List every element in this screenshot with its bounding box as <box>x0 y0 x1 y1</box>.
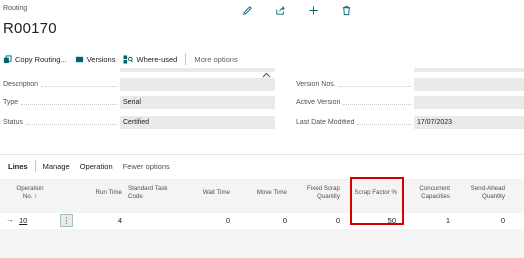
delete-icon[interactable] <box>339 3 353 17</box>
active-version-field[interactable] <box>414 96 524 109</box>
status-label: Status <box>3 119 23 126</box>
copy-icon <box>3 54 12 63</box>
copy-routing-label: Copy Routing... <box>15 54 67 64</box>
edit-icon[interactable] <box>240 3 254 17</box>
breadcrumb: Routing <box>3 5 28 12</box>
description-field-row: Description <box>3 77 275 92</box>
col-operation-no[interactable]: Operation No. ↑ <box>12 185 48 201</box>
field-strip <box>414 68 524 72</box>
grid-empty-area <box>0 229 524 258</box>
operation-button[interactable]: Operation <box>75 162 118 171</box>
page-title: R00170 <box>3 20 57 37</box>
fixed-scrap-quantity-cell[interactable]: 0 <box>298 216 340 225</box>
col-run-time[interactable]: Run Time <box>80 189 122 197</box>
versions-label: Versions <box>86 54 116 64</box>
versions-button[interactable]: Versions <box>71 50 120 68</box>
last-date-modified-field[interactable]: 17/07/2023 <box>414 116 524 129</box>
copy-routing-button[interactable]: Copy Routing... <box>0 50 71 68</box>
status-field-row: Status Certified <box>3 115 275 130</box>
description-label: Description <box>3 81 39 88</box>
where-used-icon <box>123 54 134 64</box>
action-bar-divider <box>185 53 187 65</box>
row-arrow-icon: → <box>6 215 14 224</box>
col-fixed-scrap-quantity[interactable]: Fixed Scrap Quantity <box>298 185 340 201</box>
col-standard-task-code[interactable]: Standard Task Code <box>128 185 176 201</box>
label-leader <box>343 103 411 105</box>
field-strip <box>120 68 275 72</box>
label-leader <box>41 85 117 87</box>
label-leader <box>21 103 117 105</box>
col-move-time[interactable]: Move Time <box>245 189 287 197</box>
more-options-button[interactable]: More options <box>190 50 241 68</box>
move-time-cell[interactable]: 0 <box>245 216 287 225</box>
manage-button[interactable]: Manage <box>38 162 75 171</box>
fewer-options-button[interactable]: Fewer options <box>118 162 175 171</box>
wait-time-cell[interactable]: 0 <box>190 216 230 225</box>
more-vertical-icon: ⋮ <box>62 216 71 225</box>
lines-grid: Operation No. ↑ Run Time Standard Task C… <box>0 179 524 258</box>
description-field[interactable] <box>120 78 275 91</box>
header-actions <box>240 3 353 17</box>
grid-header: Operation No. ↑ Run Time Standard Task C… <box>0 179 524 213</box>
send-ahead-quantity-cell[interactable]: 0 <box>463 216 505 225</box>
version-nos-field[interactable] <box>414 78 524 91</box>
versions-icon <box>75 56 83 62</box>
col-concurrent-capacities[interactable]: Concurrent Capacities <box>408 185 450 201</box>
active-version-field-row: Active Version <box>296 95 524 110</box>
label-leader <box>357 123 411 125</box>
label-leader <box>338 85 411 87</box>
active-version-label: Active Version <box>296 99 341 106</box>
where-used-label: Where-used <box>136 54 178 64</box>
lines-part: Lines Manage Operation Fewer options Ope… <box>0 154 524 258</box>
general-fasttab: Description Type Serial Status Certified… <box>0 68 524 134</box>
scrap-factor-cell[interactable]: 50 <box>350 216 396 225</box>
col-send-ahead-quantity[interactable]: Send-Ahead Quantity <box>463 185 505 201</box>
type-label: Type <box>3 99 19 106</box>
last-date-modified-label: Last Date Modified <box>296 119 355 126</box>
add-icon[interactable] <box>306 3 320 17</box>
operation-no-cell[interactable]: 10 <box>19 216 27 225</box>
col-scrap-factor[interactable]: Scrap Factor % <box>350 189 397 197</box>
more-options-label: More options <box>194 54 238 64</box>
run-time-cell[interactable]: 4 <box>80 216 122 225</box>
chevron-up-icon[interactable] <box>262 65 271 78</box>
lines-title[interactable]: Lines <box>0 162 33 171</box>
lines-action-bar: Lines Manage Operation Fewer options <box>0 155 524 177</box>
where-used-button[interactable]: Where-used <box>119 50 181 68</box>
row-menu-button[interactable]: ⋮ <box>60 214 73 227</box>
label-leader <box>25 123 117 125</box>
table-row[interactable]: → 10 ⋮ 4 0 0 0 50 1 0 <box>0 213 524 229</box>
last-date-modified-field-row: Last Date Modified 17/07/2023 <box>296 115 524 130</box>
status-field[interactable]: Certified <box>120 116 275 129</box>
type-field-row: Type Serial <box>3 95 275 110</box>
type-field[interactable]: Serial <box>120 96 275 109</box>
col-wait-time[interactable]: Wait Time <box>190 189 230 197</box>
version-nos-label: Version Nos. <box>296 81 336 88</box>
lines-divider <box>34 160 36 172</box>
concurrent-capacities-cell[interactable]: 1 <box>408 216 450 225</box>
share-icon[interactable] <box>273 3 287 17</box>
version-nos-field-row: Version Nos. <box>296 77 524 92</box>
